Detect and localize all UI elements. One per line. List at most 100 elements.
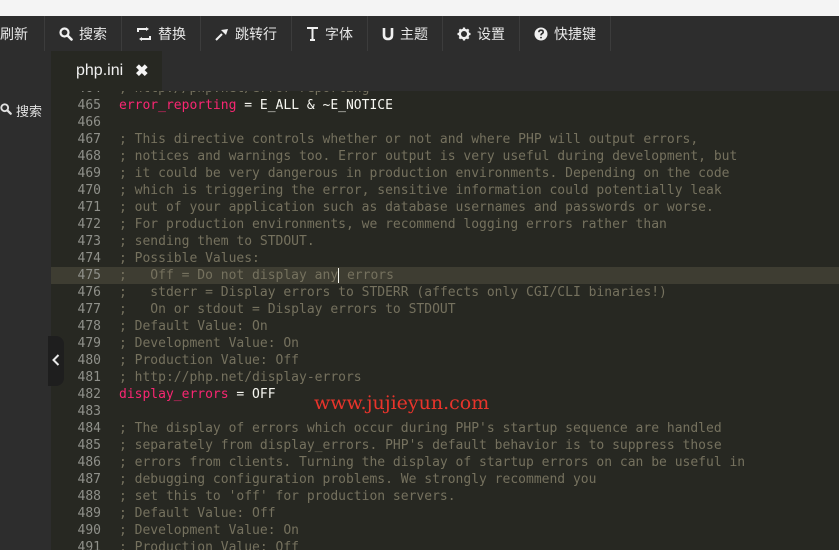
line-number: 478	[77, 319, 101, 334]
code-line[interactable]: 486 ; errors from clients. Turning the di…	[51, 454, 839, 471]
file-sidebar: 搜索	[0, 51, 51, 550]
code-line[interactable]: 491 ; Production Value: Off	[51, 539, 839, 550]
code-line[interactable]: 473 ; sending them to STDOUT.	[51, 233, 839, 250]
code-line[interactable]: 467 ; This directive controls whether or …	[51, 131, 839, 148]
line-code: ; out of your application such as databa…	[119, 200, 714, 215]
line-code: ; set this to 'off' for production serve…	[119, 489, 456, 504]
line-number: 469	[77, 166, 101, 181]
toolbar-label-search: 搜索	[79, 25, 107, 42]
line-code: ; Development Value: On	[119, 336, 300, 351]
window-top-strip	[0, 0, 839, 16]
font-button[interactable]: 字体	[292, 16, 368, 51]
tab-close-icon[interactable]: ✖	[135, 61, 148, 81]
line-number: 468	[77, 149, 101, 164]
line-number: 474	[77, 251, 101, 266]
code-line[interactable]: 471 ; out of your application such as dat…	[51, 199, 839, 216]
line-number: 467	[77, 132, 101, 147]
toolbar-label-shortcuts: 快捷键	[554, 25, 596, 42]
tab-php-ini[interactable]: php.ini ✖	[51, 51, 162, 91]
line-number: 489	[77, 506, 101, 521]
goto-line-icon	[215, 27, 229, 41]
setting-value: = OFF	[228, 387, 276, 402]
replace-button[interactable]: 替换	[122, 16, 201, 51]
line-number: 486	[77, 455, 101, 470]
editor-toolbar: 刷新 搜索 替换 跳转行 字体 主题 设置 快捷键	[0, 16, 839, 51]
line-number: 465	[77, 98, 101, 113]
line-number: 466	[77, 115, 101, 130]
code-line[interactable]: 480; Production Value: Off	[51, 352, 839, 369]
line-code: ; Default Value: On	[119, 319, 268, 334]
code-line[interactable]: 469 ; it could be very dangerous in produ…	[51, 165, 839, 182]
line-number: 471	[77, 200, 101, 215]
toolbar-label-font: 字体	[325, 25, 353, 42]
code-line[interactable]: 489 ; Default Value: Off	[51, 505, 839, 522]
watermark-text: www.jujieyun.com	[314, 392, 490, 414]
code-line[interactable]: 481; http://php.net/display-errors	[51, 369, 839, 386]
line-number: 484	[77, 421, 101, 436]
line-code: ; errors from clients. Turning the displ…	[119, 455, 746, 470]
code-line[interactable]: 476 ; stderr = Display errors to STDERR (…	[51, 284, 839, 301]
toolbar-label-settings: 设置	[477, 25, 505, 42]
line-number: 490	[77, 523, 101, 538]
line-code: ; Production Value: Off	[119, 540, 300, 550]
line-code: error_reporting = E_ALL & ~E_NOTICE	[119, 97, 393, 114]
line-number: 477	[77, 302, 101, 317]
line-number: 487	[77, 472, 101, 487]
line-number: 473	[77, 234, 101, 249]
shortcuts-button[interactable]: 快捷键	[520, 16, 611, 51]
line-number: 488	[77, 489, 101, 504]
code-line[interactable]: 475 ; Off = Do not display any errors	[51, 267, 839, 284]
code-line[interactable]: 470 ; which is triggering the error, sens…	[51, 182, 839, 199]
line-code: ; Development Value: On	[119, 523, 300, 538]
setting-value: = E_ALL & ~E_NOTICE	[236, 98, 393, 113]
line-code: display_errors = OFF	[119, 386, 276, 403]
code-line[interactable]: 472 ; For production environments, we rec…	[51, 216, 839, 233]
line-code: ; sending them to STDOUT.	[119, 234, 315, 249]
line-code: ; separately from display_errors. PHP's …	[119, 438, 722, 453]
line-code: ; Off = Do not display any errors	[119, 267, 394, 284]
code-line[interactable]: 485 ; separately from display_errors. PHP…	[51, 437, 839, 454]
code-line[interactable]: 488 ; set this to 'off' for production se…	[51, 488, 839, 505]
line-number: 483	[77, 404, 101, 419]
code-line[interactable]: 487 ; debugging configuration problems. W…	[51, 471, 839, 488]
settings-button[interactable]: 设置	[443, 16, 520, 51]
search-button[interactable]: 搜索	[45, 16, 122, 51]
code-line[interactable]: 474 ; Possible Values:	[51, 250, 839, 267]
line-code: ; debugging configuration problems. We s…	[119, 472, 597, 487]
code-editor[interactable]: 464; http://php.net/error-reporting465er…	[51, 91, 839, 550]
theme-icon	[382, 27, 394, 41]
comment-text: errors	[339, 268, 394, 283]
sidebar-search-button[interactable]: 搜索	[0, 97, 51, 123]
line-code: ; notices and warnings too. Error output…	[119, 149, 738, 164]
line-code: ; The display of errors which occur duri…	[119, 421, 722, 436]
code-line[interactable]: 479; Development Value: On	[51, 335, 839, 352]
line-number: 470	[77, 183, 101, 198]
code-line[interactable]: 468 ; notices and warnings too. Error out…	[51, 148, 839, 165]
line-code: ; http://php.net/display-errors	[119, 370, 362, 385]
toolbar-label-replace: 替换	[158, 25, 186, 42]
code-line[interactable]: 465 error_reporting = E_ALL & ~E_NOTICE	[51, 97, 839, 114]
line-code: ; Default Value: Off	[119, 506, 276, 521]
theme-button[interactable]: 主题	[368, 16, 443, 51]
code-line[interactable]: 484 ; The display of errors which occur d…	[51, 420, 839, 437]
editor-tab-bar: php.ini ✖	[51, 51, 839, 91]
code-line[interactable]: 477 ; On or stdout = Display errors to ST…	[51, 301, 839, 318]
replace-icon	[136, 26, 152, 41]
line-code: ; This directive controls whether or not…	[119, 132, 699, 147]
line-code: ; it could be very dangerous in producti…	[119, 166, 730, 181]
search-icon	[59, 26, 73, 41]
comment-text: ; Off = Do not display any	[119, 268, 339, 283]
code-line[interactable]: 490 ; Development Value: On	[51, 522, 839, 539]
sidebar-collapse-toggle[interactable]	[48, 336, 64, 386]
tab-filename: php.ini	[76, 62, 124, 79]
line-code: ; stderr = Display errors to STDERR (aff…	[119, 285, 667, 300]
search-icon	[0, 102, 16, 118]
refresh-button[interactable]: 刷新	[0, 16, 45, 51]
line-number: 476	[77, 285, 101, 300]
code-line[interactable]: 466	[51, 114, 839, 131]
line-code: ; For production environments, we recomm…	[119, 217, 667, 232]
help-icon	[534, 27, 548, 41]
chevron-left-icon	[52, 353, 60, 369]
goto-line-button[interactable]: 跳转行	[201, 16, 292, 51]
code-line[interactable]: 478 ; Default Value: On	[51, 318, 839, 335]
